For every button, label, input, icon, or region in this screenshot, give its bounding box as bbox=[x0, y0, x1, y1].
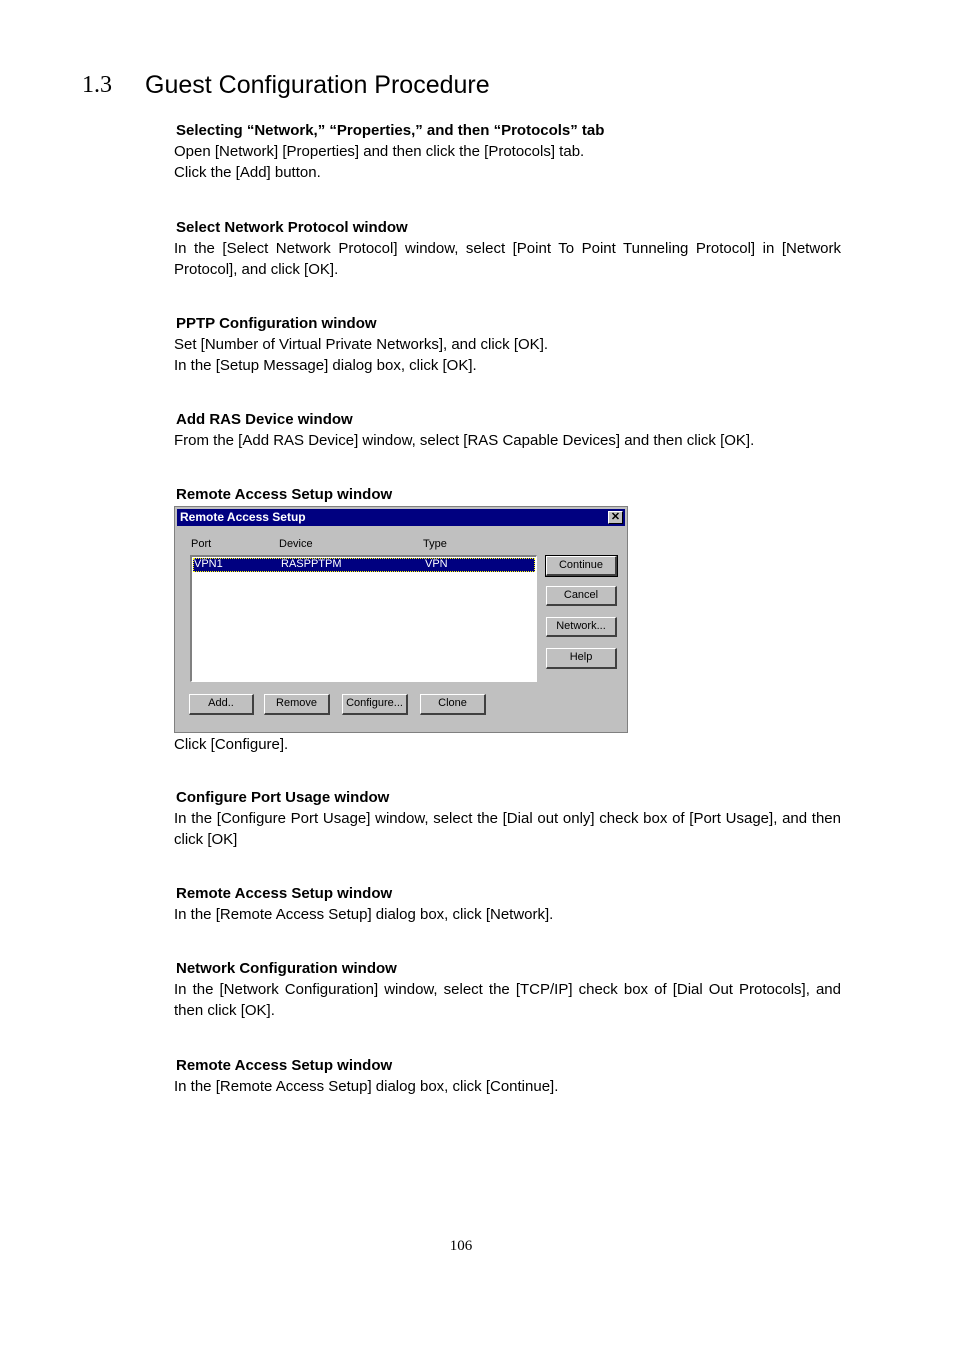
column-header-port-label: Port bbox=[191, 538, 212, 550]
step-add-ras-device: Add RAS Device window From the [Add RAS … bbox=[174, 409, 841, 451]
row-port: VPN1 bbox=[194, 558, 223, 570]
cancel-button[interactable]: Cancel bbox=[546, 586, 617, 606]
document-page: 1.3 Guest Configuration Procedure Select… bbox=[0, 0, 954, 1351]
step-click-configure: Click [Configure]. bbox=[174, 734, 841, 755]
remote-access-setup-dialog: Remote Access Setup ✕ Port Device Type V… bbox=[174, 506, 628, 733]
step-text: Click [Configure]. bbox=[174, 736, 289, 753]
step-configure-port-usage: Configure Port Usage window In the [Conf… bbox=[174, 787, 841, 850]
step-title: PPTP Configuration window bbox=[176, 315, 377, 332]
step-text: In the [Setup Message] dialog box, click… bbox=[174, 357, 477, 374]
ports-listbox[interactable]: VPN1 RASPPTPM VPN bbox=[190, 555, 537, 682]
row-type: VPN bbox=[425, 558, 448, 570]
step-title: Remote Access Setup window bbox=[176, 486, 393, 503]
step-text: From the [Add RAS Device] window, select… bbox=[174, 432, 755, 449]
step-text: In the [Remote Access Setup] dialog box,… bbox=[174, 1078, 559, 1095]
dialog-titlebar[interactable]: Remote Access Setup ✕ bbox=[177, 509, 625, 526]
add-button[interactable]: Add.. bbox=[189, 694, 254, 715]
step-text: Open [Network] [Properties] and then cli… bbox=[174, 143, 585, 160]
step-title: Selecting “Network,” “Properties,” and t… bbox=[176, 122, 605, 139]
section-title: Guest Configuration Procedure bbox=[145, 70, 490, 99]
help-button[interactable]: Help bbox=[546, 648, 617, 669]
column-header-type-label: Type bbox=[423, 538, 447, 550]
step-title: Remote Access Setup window bbox=[176, 1057, 393, 1074]
list-row-vpn1[interactable]: VPN1 RASPPTPM VPN bbox=[193, 558, 535, 572]
column-header-device[interactable]: Device bbox=[279, 538, 313, 550]
section-number: 1.3 bbox=[82, 71, 112, 98]
continue-button[interactable]: Continue bbox=[545, 555, 618, 577]
step-title: Add RAS Device window bbox=[176, 411, 353, 428]
step-title: Remote Access Setup window bbox=[176, 885, 393, 902]
step-select-network-protocol: Select Network Protocol window In the [S… bbox=[174, 217, 841, 280]
network-button[interactable]: Network... bbox=[546, 617, 617, 637]
step-pptp-configuration: PPTP Configuration window Set [Number of… bbox=[174, 313, 841, 376]
configure-button[interactable]: Configure... bbox=[342, 694, 408, 715]
step-text: Click the [Add] button. bbox=[174, 164, 321, 181]
step-title: Select Network Protocol window bbox=[176, 219, 408, 236]
step-remote-access-continue: Remote Access Setup window In the [Remot… bbox=[174, 1055, 841, 1097]
step-title: Configure Port Usage window bbox=[176, 789, 390, 806]
step-network-configuration: Network Configuration window In the [Net… bbox=[174, 958, 841, 1021]
step-protocols-tab: Selecting “Network,” “Properties,” and t… bbox=[174, 120, 841, 183]
close-icon[interactable]: ✕ bbox=[608, 511, 623, 524]
step-remote-access-setup-title: Remote Access Setup window bbox=[174, 484, 841, 505]
step-text: In the [Remote Access Setup] dialog box,… bbox=[174, 906, 554, 923]
column-header-type[interactable]: Type bbox=[423, 538, 447, 550]
step-text: In the [Select Network Protocol] window,… bbox=[174, 240, 841, 278]
row-device: RASPPTPM bbox=[281, 558, 342, 570]
page-number: 106 bbox=[449, 1238, 473, 1254]
section-heading: 1.3 Guest Configuration Procedure bbox=[82, 68, 490, 102]
step-text: Set [Number of Virtual Private Networks]… bbox=[174, 336, 549, 353]
dialog-title: Remote Access Setup bbox=[180, 510, 306, 524]
column-header-port[interactable]: Port bbox=[191, 538, 211, 550]
step-remote-access-network: Remote Access Setup window In the [Remot… bbox=[174, 883, 841, 925]
step-title: Network Configuration window bbox=[176, 960, 397, 977]
clone-button[interactable]: Clone bbox=[420, 694, 486, 715]
remove-button[interactable]: Remove bbox=[264, 694, 330, 715]
step-text: In the [Configure Port Usage] window, se… bbox=[174, 810, 841, 848]
column-header-device-label: Device bbox=[279, 538, 313, 550]
step-text: In the [Network Configuration] window, s… bbox=[174, 981, 841, 1019]
